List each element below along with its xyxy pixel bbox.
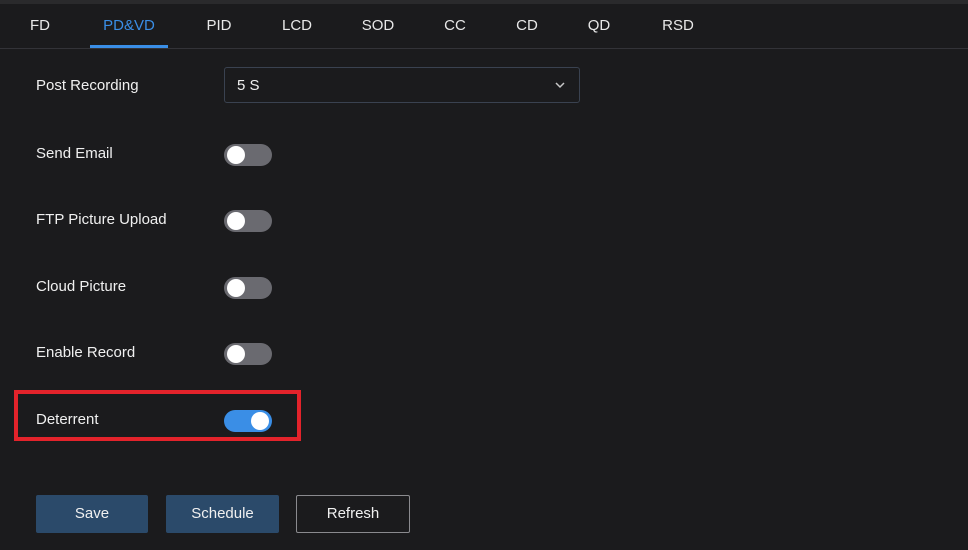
send-email-label: Send Email [36, 145, 113, 162]
ftp-picture-upload-toggle[interactable] [224, 210, 272, 232]
post-recording-value: 5 S [237, 77, 260, 94]
toggle-knob [227, 279, 245, 297]
tab-fd[interactable]: FD [30, 4, 50, 48]
toggle-knob [227, 345, 245, 363]
tab-lcd[interactable]: LCD [280, 4, 314, 48]
tab-cc[interactable]: CC [444, 4, 466, 48]
deterrent-toggle[interactable] [224, 410, 272, 432]
save-button[interactable]: Save [36, 495, 148, 533]
enable-record-label: Enable Record [36, 344, 136, 361]
tab-pd-vd[interactable]: PD&VD [90, 4, 168, 48]
post-recording-select[interactable]: 5 S [224, 67, 580, 103]
tab-cd[interactable]: CD [515, 4, 539, 48]
post-recording-label: Post Recording [36, 77, 139, 94]
schedule-button[interactable]: Schedule [166, 495, 279, 533]
deterrent-label: Deterrent [36, 411, 99, 428]
tab-sod[interactable]: SOD [360, 4, 396, 48]
tab-bar: FD PD&VD PID LCD SOD CC CD QD RSD [0, 4, 968, 49]
cloud-picture-toggle[interactable] [224, 277, 272, 299]
toggle-knob [227, 212, 245, 230]
enable-record-toggle[interactable] [224, 343, 272, 365]
ftp-picture-upload-label: FTP Picture Upload [36, 211, 167, 228]
send-email-toggle[interactable] [224, 144, 272, 166]
tab-rsd[interactable]: RSD [660, 4, 696, 48]
refresh-button[interactable]: Refresh [296, 495, 410, 533]
toggle-knob [227, 146, 245, 164]
cloud-picture-label: Cloud Picture [36, 278, 127, 295]
chevron-down-icon [555, 82, 565, 89]
tab-qd[interactable]: QD [587, 4, 611, 48]
toggle-knob [251, 412, 269, 430]
tab-pid[interactable]: PID [205, 4, 233, 48]
